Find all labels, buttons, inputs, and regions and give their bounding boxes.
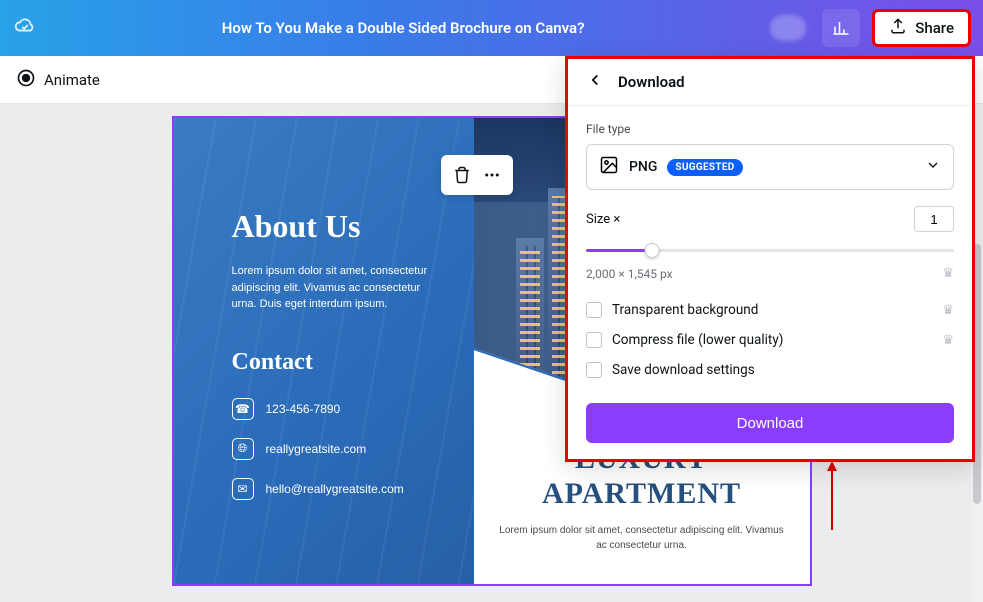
mail-icon: ✉: [232, 478, 254, 500]
phone-icon: ☎: [232, 398, 254, 420]
share-button[interactable]: Share: [872, 9, 971, 47]
about-body[interactable]: Lorem ipsum dolor sit amet, consectetur …: [232, 263, 432, 313]
document-title[interactable]: How To You Make a Double Sided Brochure …: [48, 19, 758, 37]
animate-icon: [16, 68, 36, 92]
luxury-body[interactable]: Lorem ipsum dolor sit amet, consectetur …: [498, 523, 786, 553]
contact-phone-row[interactable]: ☎ 123-456-7890: [232, 398, 450, 420]
profile-avatar[interactable]: [770, 15, 806, 41]
transparent-bg-label: Transparent background: [612, 302, 758, 318]
about-heading[interactable]: About Us: [232, 208, 450, 245]
share-label: Share: [915, 19, 954, 37]
compress-checkbox[interactable]: [586, 332, 602, 348]
animate-label: Animate: [44, 71, 100, 89]
upload-icon: [889, 17, 907, 39]
contact-phone: 123-456-7890: [266, 402, 341, 416]
luxury-heading-2[interactable]: APARTMENT: [498, 477, 786, 512]
filetype-dropdown[interactable]: PNG SUGGESTED: [586, 144, 954, 190]
crown-icon: ♛: [942, 303, 954, 318]
contact-site: reallygreatsite.com: [266, 442, 367, 456]
filetype-label: File type: [586, 122, 954, 136]
compress-label: Compress file (lower quality): [612, 332, 783, 348]
compress-option[interactable]: Compress file (lower quality) ♛: [586, 325, 954, 355]
filetype-value: PNG: [629, 159, 657, 175]
contact-heading[interactable]: Contact: [232, 349, 450, 376]
download-button[interactable]: Download: [586, 403, 954, 443]
more-options-button[interactable]: [479, 162, 505, 188]
suggested-badge: SUGGESTED: [667, 159, 742, 176]
element-toolbar: [441, 155, 513, 195]
delete-button[interactable]: [449, 162, 475, 188]
size-input[interactable]: [914, 206, 954, 232]
brochure-left-panel[interactable]: About Us Lorem ipsum dolor sit amet, con…: [174, 118, 474, 584]
insights-button[interactable]: [822, 9, 860, 47]
panel-title: Download: [618, 73, 685, 91]
contact-site-row[interactable]: 🌐︎ reallygreatsite.com: [232, 438, 450, 460]
contact-email: hello@reallygreatsite.com: [266, 482, 404, 496]
save-settings-checkbox[interactable]: [586, 362, 602, 378]
dimensions-text: 2,000 × 1,545 px: [586, 267, 673, 281]
annotation-arrow: [831, 470, 833, 530]
animate-button[interactable]: Animate: [16, 68, 100, 92]
download-panel: Download File type PNG SUGGESTED Size × …: [565, 56, 975, 462]
save-settings-label: Save download settings: [612, 362, 755, 378]
save-settings-option[interactable]: Save download settings: [586, 355, 954, 385]
transparent-bg-checkbox[interactable]: [586, 302, 602, 318]
slider-thumb[interactable]: [645, 243, 660, 258]
image-icon: [599, 155, 619, 179]
cloud-save-icon[interactable]: [14, 15, 36, 41]
size-label: Size ×: [586, 212, 620, 227]
contact-email-row[interactable]: ✉ hello@reallygreatsite.com: [232, 478, 450, 500]
panel-header: Download: [568, 59, 972, 106]
transparent-bg-option[interactable]: Transparent background ♛: [586, 295, 954, 325]
size-slider[interactable]: [586, 240, 954, 260]
chevron-down-icon: [925, 157, 941, 177]
crown-icon: ♛: [942, 333, 954, 348]
globe-icon: 🌐︎: [232, 438, 254, 460]
back-button[interactable]: [586, 71, 604, 93]
top-bar: How To You Make a Double Sided Brochure …: [0, 0, 983, 56]
crown-icon: ♛: [942, 266, 954, 281]
